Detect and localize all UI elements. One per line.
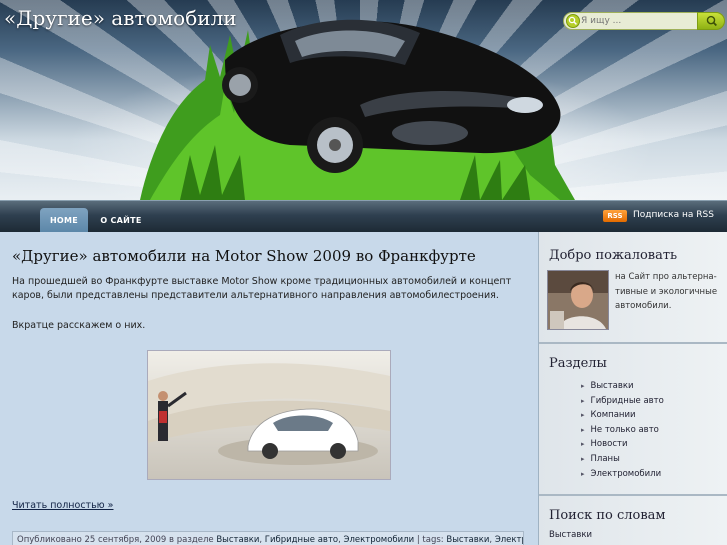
sections-heading: Разделы (549, 356, 607, 371)
sidebar-divider (539, 494, 727, 496)
tag-link[interactable]: Выставки (446, 535, 489, 545)
hero-car-image (140, 19, 575, 200)
post-title[interactable]: «Другие» автомобили на Motor Show 2009 в… (12, 247, 476, 265)
site-header: «Другие» автомобили (0, 0, 727, 200)
category-list: Выставки Гибридные авто Компании Не толь… (581, 379, 664, 481)
category-item[interactable]: Компании (581, 408, 664, 423)
category-item[interactable]: Новости (581, 437, 664, 452)
welcome-text: на Сайт про альтерна-тивные и экологичны… (615, 272, 718, 311)
post-paragraph: Вкратце расскажем о них. (12, 320, 146, 331)
main-nav: HOME О САЙТЕ RSS Подписка на RSS (0, 200, 727, 233)
welcome-heading: Добро пожаловать (549, 248, 678, 263)
tab-home[interactable]: HOME (40, 208, 88, 233)
tag-cloud-item[interactable]: Выставки (549, 530, 592, 540)
tag-search-heading: Поиск по словам (549, 508, 666, 523)
search-input[interactable] (581, 14, 691, 28)
category-link[interactable]: Электромобили (344, 535, 415, 545)
category-item[interactable]: Планы (581, 452, 664, 467)
post-paragraph: На прошедшей во Франкфурте выставке Moto… (12, 276, 512, 301)
read-more-link[interactable]: Читать полностью » (12, 500, 114, 511)
category-item[interactable]: Электромобили (581, 467, 664, 482)
search-box (563, 12, 725, 30)
category-item[interactable]: Не только авто (581, 423, 664, 438)
author-avatar (547, 270, 609, 330)
category-link[interactable]: Гибридные авто (265, 535, 338, 545)
tags-label: tags: (422, 535, 444, 545)
category-item[interactable]: Гибридные авто (581, 394, 664, 409)
post-date: Опубликовано 25 сентября, 2009 в разделе (17, 535, 214, 545)
tab-about[interactable]: О САЙТЕ (96, 208, 146, 233)
tag-link[interactable]: Электромобил (495, 535, 523, 545)
post-image (147, 350, 391, 480)
rss-icon[interactable]: RSS (603, 210, 627, 222)
main-content: «Другие» автомобили на Motor Show 2009 в… (0, 232, 539, 545)
category-item[interactable]: Выставки (581, 379, 664, 394)
sidebar: Добро пожаловать на Сайт про альтерна-ти… (539, 232, 727, 545)
post-meta: Опубликовано 25 сентября, 2009 в разделе… (12, 531, 524, 545)
search-go-icon (706, 15, 717, 27)
search-submit-button[interactable] (697, 12, 725, 30)
category-link[interactable]: Выставки (216, 535, 259, 545)
rss-subscribe-link[interactable]: Подписка на RSS (633, 210, 714, 220)
sidebar-divider (539, 342, 727, 344)
